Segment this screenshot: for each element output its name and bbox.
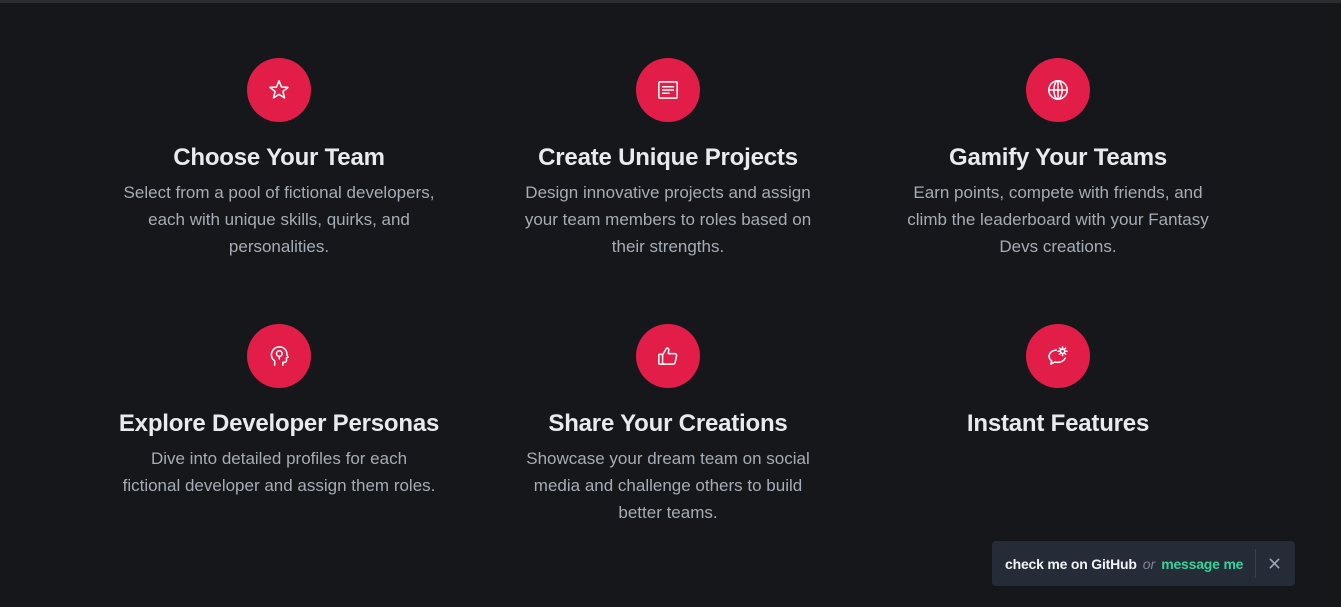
top-divider — [0, 0, 1341, 3]
speech-gear-icon — [1048, 346, 1068, 365]
head-lightbulb-icon — [270, 346, 289, 366]
feature-icon-badge — [1026, 324, 1090, 388]
feature-icon-badge — [247, 58, 311, 122]
toast-or-separator: or — [1142, 555, 1156, 572]
github-message-toast: check me on GitHub or message me — [992, 541, 1295, 586]
feature-title: Gamify Your Teams — [948, 144, 1167, 171]
feature-card-share-creations: Share Your Creations Showcase your dream… — [498, 324, 838, 526]
feature-card-developer-personas: Explore Developer Personas Dive into det… — [109, 324, 449, 499]
feature-card-instant-features: Instant Features — [888, 324, 1228, 445]
thumbs-up-icon — [658, 347, 678, 365]
feature-icon-badge — [247, 324, 311, 388]
feature-title: Explore Developer Personas — [118, 410, 440, 437]
feature-title: Share Your Creations — [548, 410, 788, 437]
feature-card-gamify-teams: Gamify Your Teams Earn points, compete w… — [888, 58, 1228, 260]
feature-description: Earn points, compete with friends, and c… — [907, 183, 1209, 256]
feature-icon-badge — [636, 324, 700, 388]
feature-description: Design innovative projects and assign yo… — [524, 183, 812, 256]
message-me-link[interactable]: message me — [1161, 556, 1243, 572]
close-icon — [1269, 558, 1280, 569]
feature-title: Create Unique Projects — [538, 144, 798, 171]
globe-icon — [1048, 80, 1068, 100]
feature-description: Showcase your dream team on social media… — [526, 449, 810, 522]
feature-card-create-projects: Create Unique Projects Design innovative… — [498, 58, 838, 260]
feature-icon-badge — [1026, 58, 1090, 122]
toast-close-button[interactable] — [1256, 541, 1292, 586]
document-icon — [658, 81, 678, 99]
feature-title: Choose Your Team — [173, 144, 385, 171]
feature-icon-badge — [636, 58, 700, 122]
feature-description: Select from a pool of fictional develope… — [123, 183, 435, 256]
feature-card-choose-team: Choose Your Team Select from a pool of f… — [109, 58, 449, 260]
star-icon — [269, 80, 289, 99]
github-link[interactable]: check me on GitHub — [1005, 556, 1137, 572]
feature-title: Instant Features — [966, 410, 1150, 437]
feature-description: Dive into detailed profiles for each fic… — [122, 449, 436, 495]
